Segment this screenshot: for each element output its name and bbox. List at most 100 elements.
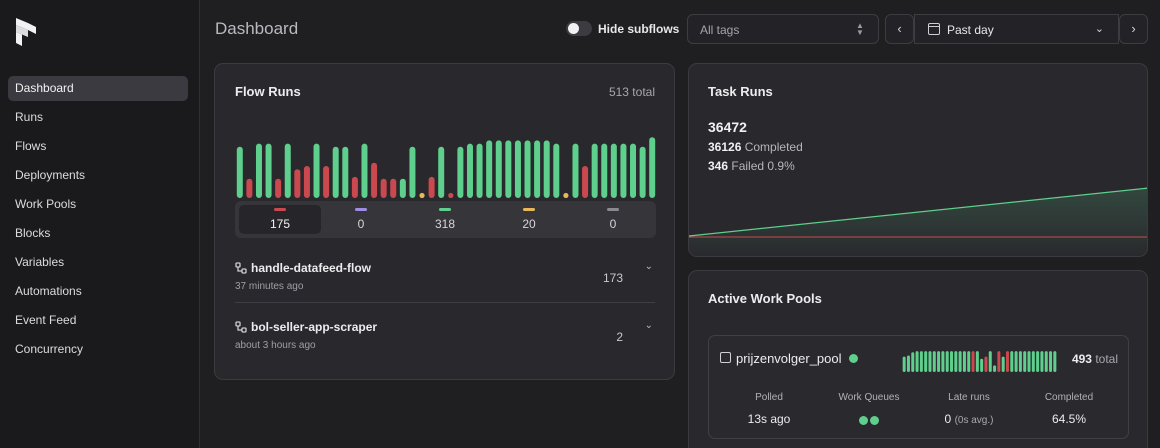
bar-failed[interactable] bbox=[1005, 351, 1009, 372]
bar-late[interactable] bbox=[563, 192, 569, 198]
bar-completed[interactable] bbox=[255, 143, 262, 198]
bar-completed[interactable] bbox=[915, 351, 919, 372]
bar-completed[interactable] bbox=[399, 178, 406, 198]
bar-completed[interactable] bbox=[980, 358, 984, 372]
bar-completed[interactable] bbox=[924, 351, 928, 372]
chevron-down-icon[interactable]: ⌄ bbox=[645, 261, 653, 272]
bar-completed[interactable] bbox=[284, 143, 291, 198]
bar-completed[interactable] bbox=[906, 355, 910, 373]
bar-completed[interactable] bbox=[1031, 351, 1035, 372]
chevron-down-icon[interactable]: ⌄ bbox=[645, 320, 653, 331]
bar-completed[interactable] bbox=[1049, 351, 1053, 372]
bar-completed[interactable] bbox=[950, 351, 954, 372]
bar-completed[interactable] bbox=[937, 351, 941, 372]
flow-run-name[interactable]: handle-datafeed-flow bbox=[251, 261, 371, 275]
bar-failed[interactable] bbox=[582, 166, 589, 198]
bar-completed[interactable] bbox=[1044, 351, 1048, 372]
bar-completed[interactable] bbox=[1023, 351, 1027, 372]
bar-completed[interactable] bbox=[332, 146, 339, 198]
bar-completed[interactable] bbox=[1040, 351, 1044, 372]
bar-completed[interactable] bbox=[591, 143, 598, 198]
bar-failed[interactable] bbox=[246, 178, 253, 198]
sidebar-item-deployments[interactable]: Deployments bbox=[8, 163, 188, 188]
bar-completed[interactable] bbox=[476, 143, 483, 198]
tags-select[interactable]: All tags ▲ ▼ bbox=[687, 14, 879, 44]
flow-run-row[interactable]: bol-seller-app-scraper about 3 hours ago… bbox=[235, 317, 655, 367]
bar-completed[interactable] bbox=[988, 351, 992, 372]
bar-completed[interactable] bbox=[649, 137, 656, 198]
bar-completed[interactable] bbox=[265, 143, 272, 198]
next-range-button[interactable]: › bbox=[1119, 14, 1148, 44]
bar-completed[interactable] bbox=[1014, 351, 1018, 372]
bar-failed[interactable] bbox=[323, 166, 330, 198]
bar-completed[interactable] bbox=[342, 146, 349, 198]
bar-completed[interactable] bbox=[495, 140, 502, 198]
bar-failed[interactable] bbox=[428, 176, 435, 198]
bar-completed[interactable] bbox=[505, 140, 512, 198]
bar-failed[interactable] bbox=[275, 178, 282, 198]
sidebar-item-dashboard[interactable]: Dashboard bbox=[8, 76, 188, 101]
bar-completed[interactable] bbox=[1027, 351, 1031, 372]
bar-completed[interactable] bbox=[1001, 356, 1005, 372]
bar-completed[interactable] bbox=[954, 351, 958, 372]
flow-run-name[interactable]: bol-seller-app-scraper bbox=[251, 320, 377, 334]
bar-completed[interactable] bbox=[313, 143, 320, 198]
sidebar-item-runs[interactable]: Runs bbox=[8, 105, 188, 130]
bar-failed[interactable] bbox=[294, 169, 301, 198]
bar-completed[interactable] bbox=[902, 356, 906, 372]
bar-completed[interactable] bbox=[919, 351, 923, 372]
sidebar-item-automations[interactable]: Automations bbox=[8, 279, 188, 304]
flow-run-row[interactable]: handle-datafeed-flow 37 minutes ago 173 … bbox=[235, 258, 655, 308]
bar-completed[interactable] bbox=[958, 351, 962, 372]
bar-completed[interactable] bbox=[620, 143, 627, 198]
bar-completed[interactable] bbox=[534, 140, 541, 198]
date-range-select[interactable]: Past day ⌄ bbox=[914, 14, 1119, 44]
bar-completed[interactable] bbox=[486, 140, 493, 198]
state-tab-late[interactable]: 20 bbox=[487, 201, 571, 238]
bar-completed[interactable] bbox=[236, 146, 243, 198]
state-tab-failed[interactable]: 175 bbox=[239, 205, 321, 234]
bar-failed[interactable] bbox=[303, 166, 310, 198]
bar-completed[interactable] bbox=[409, 146, 416, 198]
bar-failed[interactable] bbox=[371, 162, 378, 198]
bar-completed[interactable] bbox=[932, 351, 936, 372]
bar-late[interactable] bbox=[419, 192, 425, 198]
bar-failed[interactable] bbox=[971, 351, 975, 372]
hide-subflows-toggle[interactable] bbox=[566, 21, 592, 36]
prefect-logo-icon[interactable] bbox=[14, 16, 38, 48]
bar-completed[interactable] bbox=[911, 352, 915, 372]
bar-completed[interactable] bbox=[572, 143, 579, 198]
bar-failed[interactable] bbox=[351, 176, 358, 198]
bar-failed[interactable] bbox=[390, 178, 397, 198]
bar-completed[interactable] bbox=[553, 143, 560, 198]
sidebar-item-work-pools[interactable]: Work Pools bbox=[8, 192, 188, 217]
sidebar-item-event-feed[interactable]: Event Feed bbox=[8, 308, 188, 333]
bar-completed[interactable] bbox=[945, 351, 949, 372]
bar-completed[interactable] bbox=[962, 351, 966, 372]
bar-completed[interactable] bbox=[601, 143, 608, 198]
bar-completed[interactable] bbox=[928, 351, 932, 372]
bar-failed[interactable] bbox=[984, 356, 988, 372]
bar-completed[interactable] bbox=[630, 143, 637, 198]
bar-completed[interactable] bbox=[993, 365, 997, 372]
bar-failed[interactable] bbox=[997, 351, 1001, 372]
bar-completed[interactable] bbox=[361, 143, 368, 198]
bar-completed[interactable] bbox=[543, 140, 550, 198]
state-tab-completed[interactable]: 318 bbox=[403, 201, 487, 238]
work-pool-name[interactable]: prijzenvolger_pool bbox=[736, 351, 842, 366]
bar-completed[interactable] bbox=[941, 351, 945, 372]
sidebar-item-flows[interactable]: Flows bbox=[8, 134, 188, 159]
bar-completed[interactable] bbox=[639, 146, 646, 198]
previous-range-button[interactable]: ‹ bbox=[885, 14, 914, 44]
bar-completed[interactable] bbox=[1053, 351, 1057, 372]
sidebar-item-concurrency[interactable]: Concurrency bbox=[8, 337, 188, 362]
bar-completed[interactable] bbox=[967, 351, 971, 372]
bar-completed[interactable] bbox=[1010, 351, 1014, 372]
bar-completed[interactable] bbox=[457, 146, 464, 198]
bar-completed[interactable] bbox=[438, 146, 445, 198]
sidebar-item-variables[interactable]: Variables bbox=[8, 250, 188, 275]
bar-completed[interactable] bbox=[466, 143, 473, 198]
bar-dot-red[interactable] bbox=[448, 192, 454, 198]
state-tab-other[interactable]: 0 bbox=[571, 201, 655, 238]
bar-failed[interactable] bbox=[380, 178, 387, 198]
